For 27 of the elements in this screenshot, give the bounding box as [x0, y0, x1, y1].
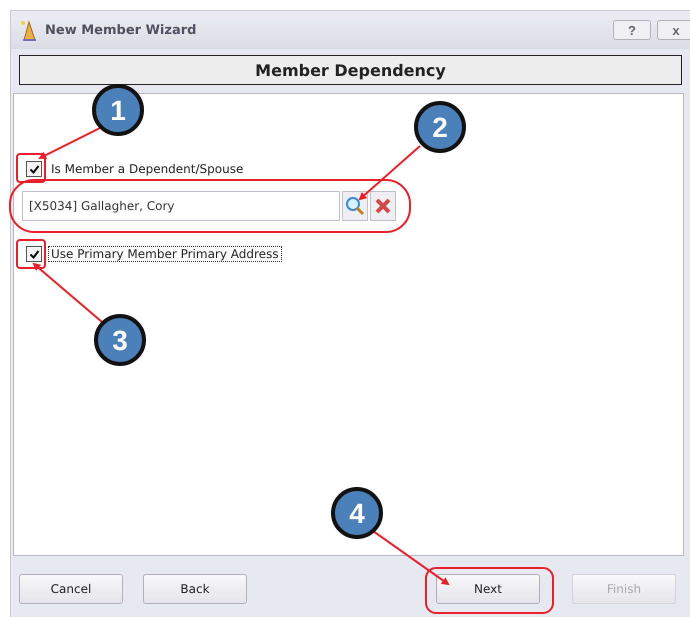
checkbox[interactable] — [26, 161, 42, 177]
wizard-button[interactable]: Back — [143, 574, 247, 604]
close-button[interactable]: x — [657, 20, 690, 40]
checkbox[interactable] — [26, 246, 42, 262]
callout-number: 3 — [112, 325, 128, 356]
clear-button[interactable] — [370, 191, 396, 221]
callout-number: 1 — [110, 95, 126, 126]
member-field[interactable]: [X5034] Gallagher, Cory — [22, 191, 340, 221]
help-button[interactable]: ? — [613, 20, 651, 40]
search-icon — [345, 196, 365, 216]
window-title: New Member Wizard — [45, 22, 196, 38]
check-icon — [28, 164, 40, 174]
arrow — [32, 262, 103, 323]
callout-number: 4 — [349, 498, 365, 529]
wizard-hat-icon — [19, 19, 39, 41]
arrow — [38, 127, 100, 159]
callout-number: 2 — [432, 112, 448, 143]
wizard-button[interactable]: Cancel — [19, 574, 123, 604]
search-button[interactable] — [342, 191, 368, 221]
checkbox-label[interactable]: Use Primary Member Primary Address — [48, 246, 282, 262]
step-heading: Member Dependency — [19, 55, 682, 85]
close-icon — [374, 197, 392, 215]
checkbox-label[interactable]: Is Member a Dependent/Spouse — [48, 161, 246, 177]
wizard-button[interactable]: Next — [436, 574, 540, 604]
check-icon — [28, 248, 40, 260]
highlight-frame — [16, 239, 46, 269]
arrow — [358, 145, 421, 200]
